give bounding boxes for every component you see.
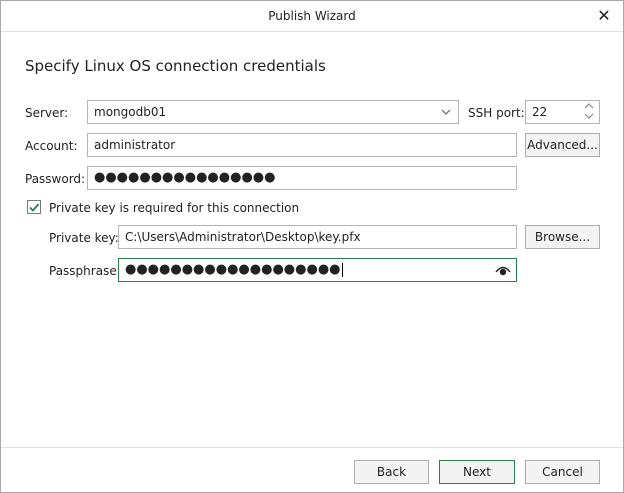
wizard-footer: Back Next Cancel [1,447,623,493]
password-input[interactable]: ●●●●●●●●●●●●●●●● [87,166,517,190]
back-button[interactable]: Back [354,460,429,484]
eye-icon[interactable] [495,263,511,281]
server-label: Server: [25,106,69,120]
page-heading: Specify Linux OS connection credentials [25,57,326,75]
private-key-checkbox[interactable] [27,200,41,214]
ssh-port-label: SSH port: [468,106,525,120]
chevron-up-icon[interactable] [583,102,595,112]
private-key-label: Private key: [49,231,119,245]
title-bar: Publish Wizard ✕ [1,1,623,32]
passphrase-input[interactable]: ●●●●●●●●●●●●●●●●●●● [118,258,517,282]
close-button[interactable]: ✕ [595,7,613,25]
text-caret [341,262,343,277]
account-value: administrator [94,138,176,152]
ssh-port-value: 22 [532,105,548,119]
password-value: ●●●●●●●●●●●●●●●● [94,170,276,185]
checkmark-icon [29,203,40,212]
cancel-button[interactable]: Cancel [525,460,600,484]
browse-button[interactable]: Browse... [525,225,600,249]
ssh-port-stepper[interactable]: 22 [525,100,600,124]
private-key-checkbox-label[interactable]: Private key is required for this connect… [49,201,299,215]
password-label: Password: [25,172,86,186]
passphrase-value: ●●●●●●●●●●●●●●●●●●● [125,262,341,277]
close-icon: ✕ [597,6,611,25]
chevron-down-icon[interactable] [440,106,452,118]
passphrase-label: Passphrase: [49,264,121,278]
chevron-down-icon[interactable] [583,112,595,122]
publish-wizard-window: Publish Wizard ✕ Specify Linux OS connec… [0,0,624,493]
account-input[interactable]: administrator [87,133,517,157]
server-value: mongodb01 [94,105,167,119]
private-key-input[interactable]: C:\Users\Administrator\Desktop\key.pfx [118,225,517,249]
server-dropdown[interactable]: mongodb01 [87,100,459,124]
account-label: Account: [25,139,78,153]
private-key-value: C:\Users\Administrator\Desktop\key.pfx [125,230,361,244]
advanced-button[interactable]: Advanced... [525,133,600,157]
window-title: Publish Wizard [268,9,356,23]
next-button[interactable]: Next [439,460,515,484]
